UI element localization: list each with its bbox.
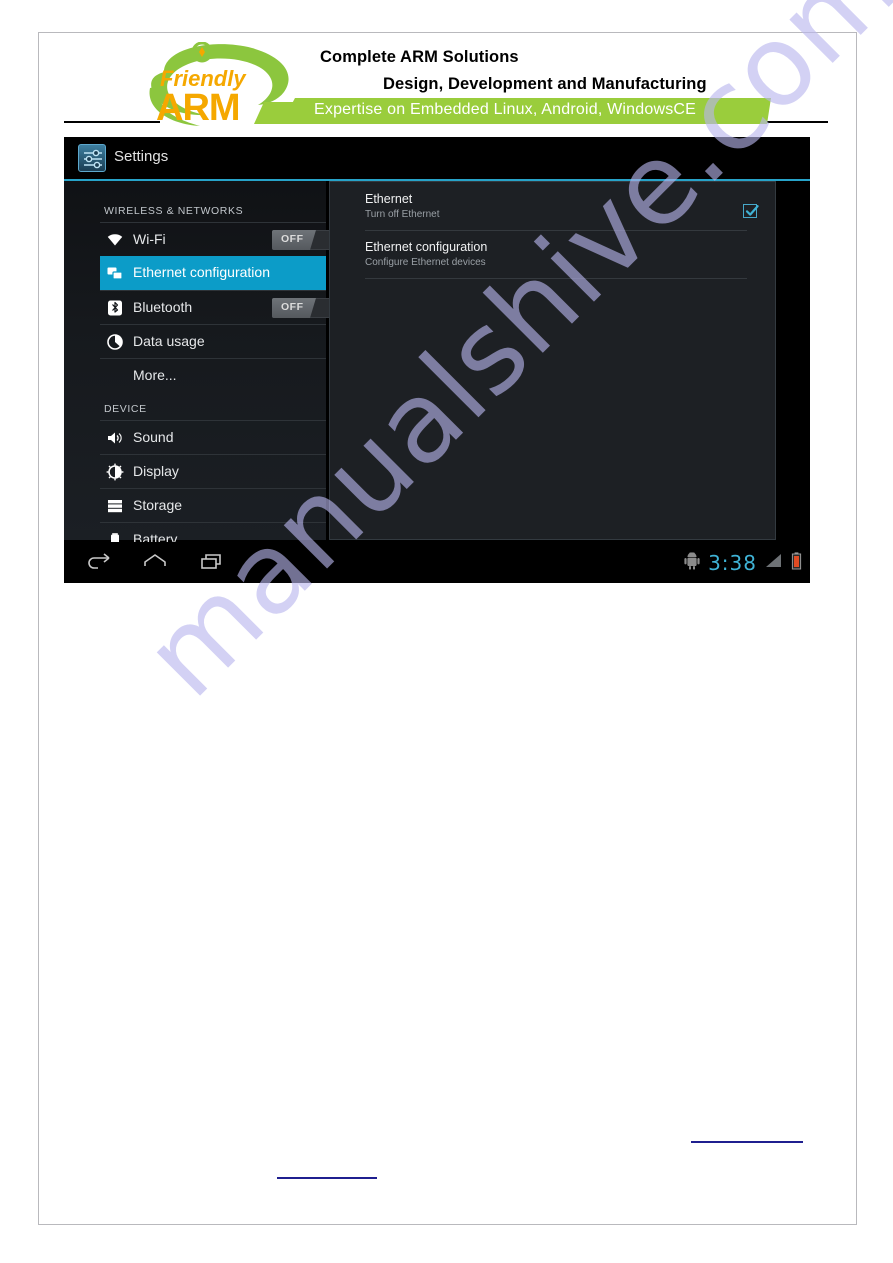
sidebar-item-label: Data usage (133, 333, 205, 349)
content-separator-1 (365, 230, 747, 231)
sidebar-item-storage[interactable]: Storage (100, 488, 326, 522)
sidebar-item-sound[interactable]: Sound (100, 420, 326, 454)
sidebar-item-label: Wi-Fi (133, 231, 166, 247)
signal-bars-icon (765, 553, 783, 574)
content-separator-2 (365, 278, 747, 279)
row-title: Ethernet (365, 192, 413, 206)
sidebar-item-label: Ethernet configuration (133, 264, 270, 280)
settings-title-label: Settings (114, 148, 169, 165)
row-title: Ethernet configuration (365, 240, 488, 254)
letterhead-banner: Expertise on Embedded Linux, Android, Wi… (281, 98, 771, 124)
sidebar-group-header-wireless: WIRELESS & NETWORKS (104, 205, 244, 217)
link-underline-left[interactable] (277, 1177, 377, 1179)
letterhead: Friendly ARM Complete ARM Solutions Desi… (38, 34, 857, 134)
sidebar-item-label: Bluetooth (133, 299, 193, 315)
data-usage-icon (106, 333, 124, 351)
sound-icon (106, 429, 124, 447)
sidebar-group-header-device: DEVICE (104, 403, 147, 415)
sidebar-item-label: More... (133, 367, 177, 383)
sidebar-item-label: Sound (133, 429, 174, 445)
bluetooth-icon (106, 299, 124, 317)
sidebar-item-wifi[interactable]: Wi-Fi OFF (100, 222, 344, 256)
sidebar-item-ethernet-configuration[interactable]: Ethernet configuration (100, 256, 326, 290)
home-icon[interactable] (142, 552, 168, 577)
sidebar-item-more[interactable]: More... (100, 358, 326, 392)
link-underline-right[interactable] (691, 1141, 803, 1143)
sidebar-item-display[interactable]: Display (100, 454, 326, 488)
sidebar-item-bluetooth[interactable]: Bluetooth OFF (100, 290, 344, 324)
content-row-ethernet-configuration[interactable]: Ethernet configuration Configure Etherne… (365, 240, 747, 268)
friendlyarm-logo: Friendly ARM (134, 42, 304, 128)
sidebar-item-data-usage[interactable]: Data usage (100, 324, 326, 358)
settings-sidebar: WIRELESS & NETWORKS Wi-Fi OFF Ethernet c… (64, 181, 344, 547)
status-cluster: 3:38 (684, 550, 802, 576)
settings-sliders-icon (78, 144, 106, 172)
sidebar-item-label: Storage (133, 497, 183, 513)
sidebar-item-label: Display (133, 463, 179, 479)
battery-low-icon (791, 551, 802, 575)
row-subtitle: Turn off Ethernet (365, 209, 440, 220)
android-usb-debug-icon (684, 551, 700, 575)
display-icon (106, 463, 124, 481)
letterhead-line-1: Complete ARM Solutions (320, 48, 519, 66)
settings-content-panel: Ethernet Turn off Ethernet Ethernet conf… (329, 181, 776, 540)
status-time: 3:38 (708, 551, 757, 575)
svg-text:ARM: ARM (156, 87, 240, 128)
wifi-icon (106, 231, 124, 249)
android-tablet-screenshot: Settings WIRELESS & NETWORKS Wi-Fi OFF E… (64, 137, 810, 583)
storage-icon (106, 497, 124, 515)
android-navigation-bar: 3:38 (64, 542, 810, 583)
settings-titlebar: Settings (64, 137, 810, 181)
banner-text: Expertise on Embedded Linux, Android, Wi… (314, 101, 697, 118)
toggle-label: OFF (281, 301, 304, 313)
back-arrow-icon[interactable] (86, 552, 112, 577)
content-row-ethernet[interactable]: Ethernet Turn off Ethernet (365, 192, 759, 220)
letterhead-line-2: Design, Development and Manufacturing (383, 75, 707, 93)
row-subtitle: Configure Ethernet devices (365, 257, 486, 268)
ethernet-icon (106, 264, 124, 282)
recent-apps-icon[interactable] (199, 552, 225, 577)
toggle-label: OFF (281, 233, 304, 245)
ethernet-checkbox[interactable] (743, 204, 759, 218)
